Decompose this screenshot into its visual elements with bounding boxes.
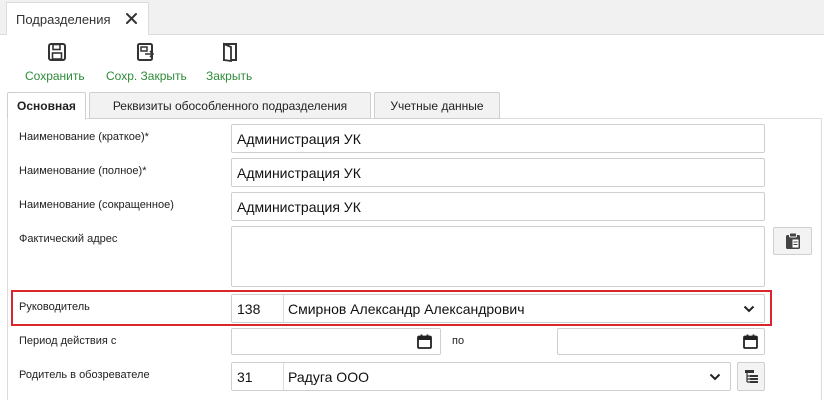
parent-code: 31 [237, 368, 253, 385]
save-close-button[interactable]: Сохр. Закрыть [105, 40, 189, 84]
save-button[interactable]: Сохранить [24, 40, 88, 84]
door-icon [223, 42, 237, 62]
parent-name: Радуга ООО [288, 368, 369, 385]
chevron-down-icon[interactable] [743, 305, 755, 313]
close-button[interactable]: Закрыть [205, 40, 257, 84]
tab-separate-unit-details[interactable]: Реквизиты обособленного подразделения [89, 92, 371, 119]
toolbar: Сохранить Сохр. Закрыть Закрыть [0, 36, 824, 86]
floppy-icon [48, 43, 66, 61]
period-to-input[interactable] [557, 328, 765, 355]
abbr-name-value: Администрация УК [237, 198, 361, 215]
parent-select[interactable]: 31 Радуга ООО [231, 362, 731, 391]
parent-label: Родитель в обозревателе [19, 369, 150, 381]
period-to-label: по [452, 335, 465, 347]
chevron-down-icon[interactable] [709, 373, 721, 381]
document-tab[interactable]: Подразделения [6, 2, 149, 35]
abbr-name-label: Наименование (сокращенное) [19, 199, 174, 211]
calendar-icon[interactable] [417, 334, 432, 349]
short-name-input[interactable]: Администрация УК [231, 124, 765, 153]
save-close-label: Сохр. Закрыть [106, 69, 187, 83]
abbr-name-input[interactable]: Администрация УК [231, 192, 765, 221]
clipboard-button[interactable] [773, 227, 812, 255]
full-name-input[interactable]: Администрация УК [231, 158, 765, 187]
save-label: Сохранить [25, 69, 85, 83]
document-tab-title: Подразделения [16, 11, 111, 27]
close-label: Закрыть [206, 69, 253, 83]
manager-name: Смирнов Александр Александрович [288, 300, 525, 317]
tab-separate-unit-details-label: Реквизиты обособленного подразделения [112, 98, 348, 113]
tab-account-data[interactable]: Учетные данные [374, 92, 500, 119]
address-label: Фактический адрес [19, 233, 118, 245]
manager-label: Руководитель [19, 301, 90, 313]
tree-icon [744, 370, 758, 383]
period-label: Период действия с [19, 335, 117, 347]
tree-button[interactable] [737, 362, 765, 391]
tab-account-data-label: Учетные данные [390, 98, 484, 113]
full-name-label: Наименование (полное)* [19, 165, 147, 177]
short-name-label: Наименование (краткое)* [19, 131, 149, 143]
manager-code: 138 [237, 300, 261, 317]
clipboard-icon [785, 232, 800, 249]
close-icon[interactable] [125, 12, 138, 25]
save-close-icon [137, 43, 155, 61]
address-textarea[interactable] [231, 226, 765, 287]
period-from-input[interactable] [231, 328, 441, 355]
tab-main-label: Основная [17, 99, 76, 113]
tab-main[interactable]: Основная [7, 92, 86, 120]
calendar-icon[interactable] [743, 334, 758, 349]
manager-select[interactable]: 138 Смирнов Александр Александрович [231, 294, 765, 323]
short-name-value: Администрация УК [237, 130, 361, 147]
full-name-value: Администрация УК [237, 164, 361, 181]
document-tab-bar: Подразделения [0, 0, 824, 35]
